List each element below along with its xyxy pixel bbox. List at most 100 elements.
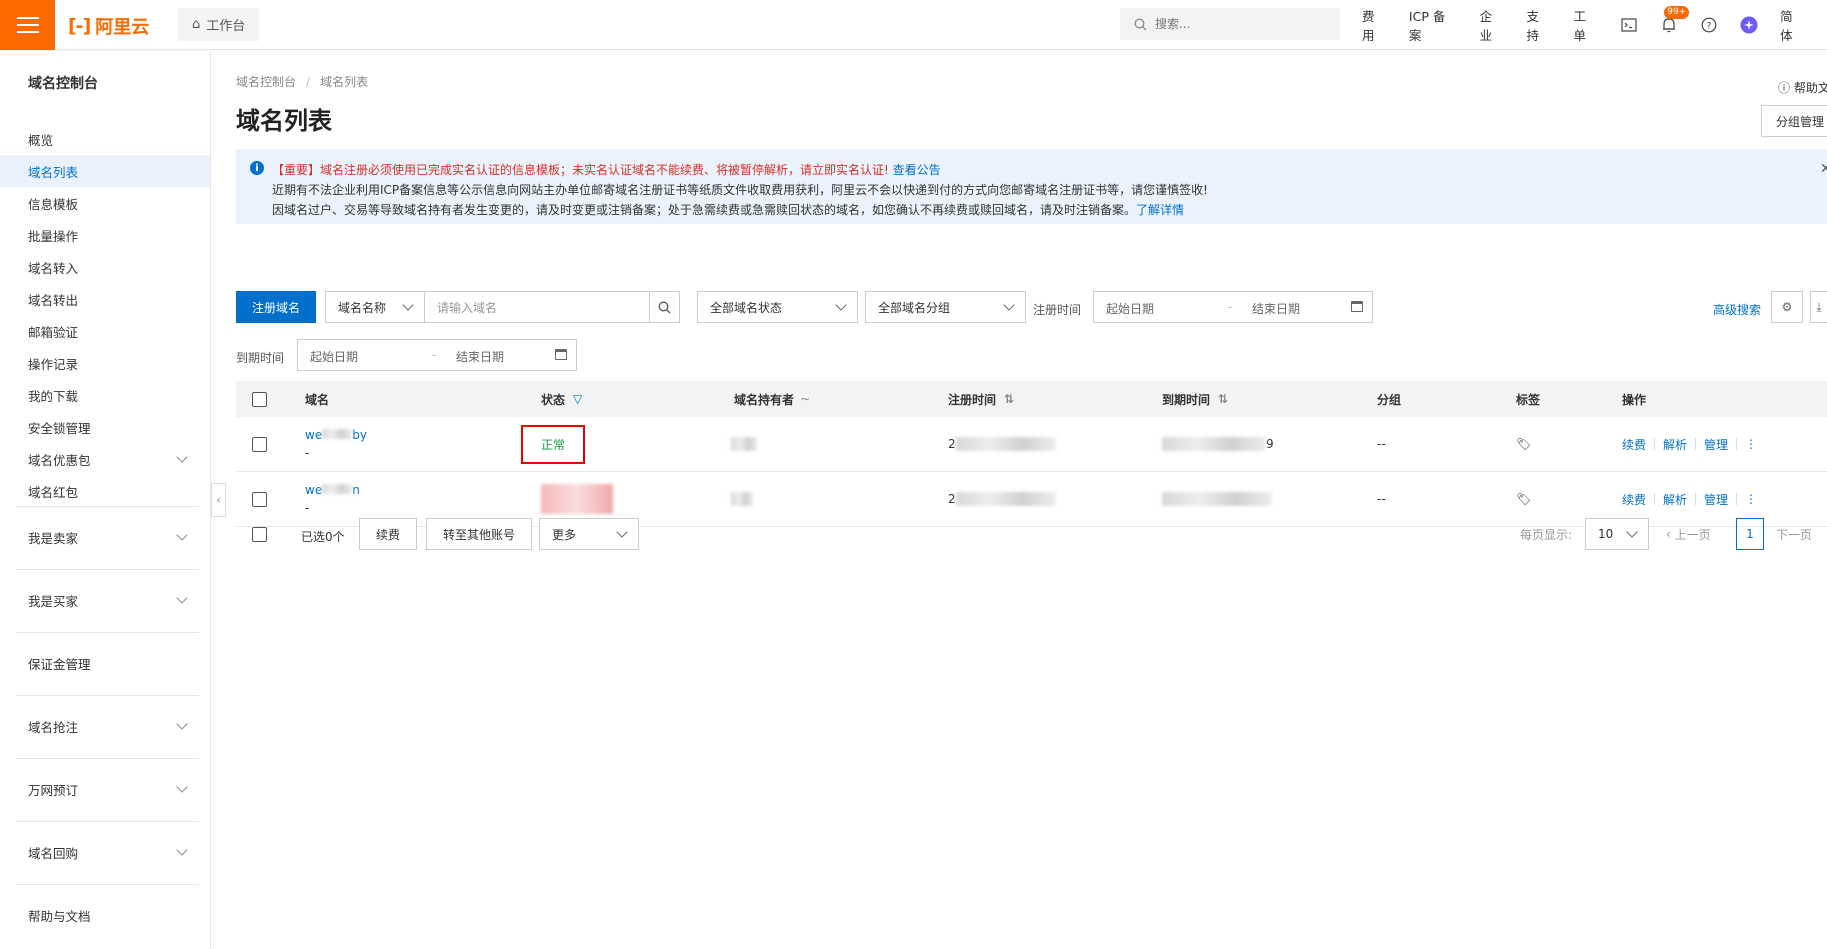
info-icon: i (250, 161, 264, 175)
ai-assistant-icon[interactable] (1740, 16, 1758, 34)
col-actions: 操作 (1622, 392, 1647, 407)
sidebar-group-snap[interactable]: 域名抢注 (0, 710, 210, 742)
sidebar-item-info-template[interactable]: 信息模板 (0, 187, 210, 219)
filter-icon[interactable]: ▽ (573, 392, 582, 406)
status-select[interactable]: 全部域名状态 (697, 291, 858, 323)
group-select[interactable]: 全部域名分组 (865, 291, 1026, 323)
sort-icon[interactable]: ⇅ (1218, 392, 1228, 406)
divider (16, 569, 199, 570)
dns-link[interactable]: 解析 (1663, 491, 1687, 508)
main-content: 域名控制台 / 域名列表 域名列表 ⓘ 帮助文 分组管理 i 【重要】域名注册必须使… (236, 51, 1827, 949)
sidebar-item-security-lock[interactable]: 安全锁管理 (0, 411, 210, 443)
field-select[interactable]: 域名名称 (325, 291, 425, 323)
sidebar-group-buyer[interactable]: 我是买家 (0, 584, 210, 616)
per-page-label: 每页显示: (1520, 527, 1573, 542)
link-icp[interactable]: ICP 备案 (1409, 6, 1458, 44)
sidebar-item-email-verify[interactable]: 邮箱验证 (0, 315, 210, 347)
more-actions-icon[interactable]: ⋮ (1745, 437, 1757, 451)
tag-icon[interactable]: 🏷︎ (1516, 437, 1531, 451)
sidebar-item-op-log[interactable]: 操作记录 (0, 347, 210, 379)
sidebar-item-domain-list[interactable]: 域名列表 (0, 155, 210, 187)
chevron-down-icon (835, 299, 847, 311)
global-search[interactable] (1120, 8, 1340, 40)
page-1-button[interactable]: 1 (1736, 518, 1764, 550)
help-doc-link[interactable]: ⓘ 帮助文 (1778, 79, 1827, 96)
search-button[interactable] (649, 291, 680, 323)
sidebar-item-red-packet[interactable]: 域名红包 (0, 475, 210, 507)
tag-icon[interactable]: 🏷︎ (1516, 492, 1531, 506)
reg-date-range[interactable]: 起始日期 - 结束日期 (1093, 291, 1373, 323)
search-icon (1134, 18, 1147, 30)
sidebar: 域名控制台 概览 域名列表 信息模板 批量操作 域名转入 域名转出 邮箱验证 操… (0, 51, 211, 949)
search-input[interactable] (1155, 17, 1315, 31)
sidebar-item-downloads[interactable]: 我的下载 (0, 379, 210, 411)
link-fees[interactable]: 费用 (1362, 6, 1387, 44)
row-checkbox[interactable] (252, 436, 267, 452)
help-circle-icon[interactable]: ? (1700, 16, 1718, 34)
hamburger-menu-button[interactable] (0, 0, 55, 50)
select-all-checkbox[interactable] (252, 391, 267, 407)
renew-link[interactable]: 续费 (1622, 436, 1646, 453)
per-page-select[interactable]: 10 (1585, 518, 1649, 550)
dns-link[interactable]: 解析 (1663, 436, 1687, 453)
workbench-button[interactable]: ⌂ 工作台 (178, 8, 260, 41)
manage-link[interactable]: 管理 (1704, 491, 1728, 508)
footer-select-all-checkbox[interactable] (252, 527, 267, 542)
prev-page-button[interactable]: ‹ 上一页 (1666, 518, 1711, 550)
breadcrumb-console[interactable]: 域名控制台 (236, 75, 296, 89)
chevron-down-icon (176, 844, 188, 856)
col-reg-time: 注册时间 ⇅ (948, 392, 1015, 407)
settings-button[interactable]: ⚙ (1771, 291, 1803, 323)
notice-link-announcement[interactable]: 查看公告 (893, 163, 941, 177)
close-icon[interactable]: ✕ (1820, 161, 1827, 177)
exp-date-range[interactable]: 起始日期 - 结束日期 (297, 339, 577, 371)
sort-icon[interactable]: ⇅ (1004, 392, 1014, 406)
reg-time-label: 注册时间 (1033, 303, 1082, 317)
table-header: 域名 状态 ▽ 域名持有者 ~ 注册时间 ⇅ 到期时间 ⇅ 分组 标签 操作 (236, 381, 1827, 417)
next-page-button[interactable]: 下一页 (1776, 518, 1812, 550)
sidebar-group-deposit[interactable]: 保证金管理 (0, 647, 210, 679)
bell-icon[interactable]: 99+ (1660, 6, 1690, 34)
batch-renew-button[interactable]: 续费 (359, 518, 417, 550)
notice-link-details[interactable]: 了解详情 (1136, 203, 1184, 217)
sidebar-group-seller[interactable]: 我是卖家 (0, 521, 210, 553)
domain-search-input[interactable]: 请输入域名 (424, 291, 650, 323)
more-select[interactable]: 更多 (539, 518, 639, 550)
sidebar-item-overview[interactable]: 概览 (0, 123, 210, 155)
aliyun-logo[interactable]: [-] 阿里云 (68, 13, 149, 39)
advanced-search-link[interactable]: 高级搜索 (1713, 301, 1761, 318)
domain-link[interactable]: we by (305, 428, 367, 442)
col-holder: 域名持有者 ~ (734, 392, 811, 407)
holder-hint-icon[interactable]: ~ (800, 392, 810, 406)
more-actions-icon[interactable]: ⋮ (1745, 492, 1757, 506)
language-switch[interactable]: 简体 (1780, 6, 1805, 44)
sidebar-item-discount-pack[interactable]: 域名优惠包 (0, 443, 210, 475)
sidebar-group-reserve[interactable]: 万网预订 (0, 773, 210, 805)
sidebar-item-transfer-out[interactable]: 域名转出 (0, 283, 210, 315)
reg-date: 2 (948, 492, 956, 506)
terminal-icon[interactable] (1620, 16, 1638, 34)
link-ticket[interactable]: 工单 (1573, 6, 1598, 44)
status-redacted (541, 484, 613, 514)
download-button[interactable]: ⤓ (1810, 291, 1827, 323)
holder-redacted (731, 492, 753, 506)
sidebar-item-transfer-in[interactable]: 域名转入 (0, 251, 210, 283)
row-checkbox[interactable] (252, 491, 267, 507)
register-domain-button[interactable]: 注册域名 (236, 291, 316, 323)
domain-link[interactable]: we n (305, 483, 360, 497)
sidebar-group-help-docs[interactable]: 帮助与文档 (0, 899, 210, 931)
sidebar-item-batch[interactable]: 批量操作 (0, 219, 210, 251)
table-row: we by - 正常 2 9 -- 🏷︎ 续费 解析 管理 ⋮ (236, 417, 1827, 472)
notice-banner: i 【重要】域名注册必须使用已完成实名认证的信息模板；未实名认证域名不能续费、将… (236, 149, 1827, 224)
link-support[interactable]: 支持 (1527, 6, 1552, 44)
chevron-down-icon (176, 718, 188, 730)
renew-link[interactable]: 续费 (1622, 491, 1646, 508)
link-enterprise[interactable]: 企业 (1480, 6, 1505, 44)
chevron-down-icon (176, 592, 188, 604)
group-manage-button[interactable]: 分组管理 (1761, 105, 1827, 137)
manage-link[interactable]: 管理 (1704, 436, 1728, 453)
sidebar-collapse-button[interactable]: ‹ (211, 483, 226, 517)
sidebar-group-buyback[interactable]: 域名回购 (0, 836, 210, 868)
transfer-account-button[interactable]: 转至其他账号 (426, 518, 532, 550)
chevron-down-icon (1003, 299, 1015, 311)
